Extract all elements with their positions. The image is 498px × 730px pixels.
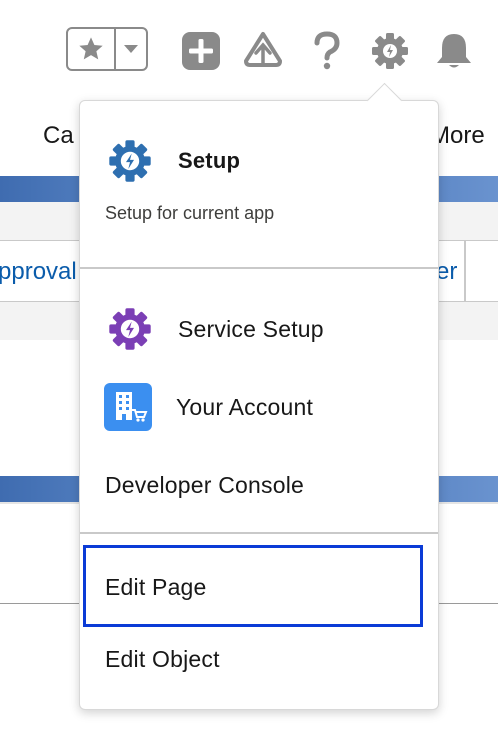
notifications-button[interactable]	[432, 30, 476, 72]
trailhead-button[interactable]	[241, 30, 285, 72]
building-cart-icon	[104, 383, 152, 431]
favorites-button-group	[66, 27, 148, 71]
bell-icon	[437, 34, 471, 68]
menu-item-edit-object[interactable]: Edit Object	[80, 635, 438, 683]
menu-item-developer-console[interactable]: Developer Console	[80, 461, 438, 509]
menu-item-your-account-label: Your Account	[176, 393, 314, 420]
favorites-star-button[interactable]	[68, 29, 116, 69]
menu-divider	[80, 267, 438, 269]
tab-divider	[464, 241, 466, 301]
menu-item-edit-page[interactable]: Edit Page	[80, 563, 438, 611]
plus-square-icon	[182, 32, 220, 70]
menu-item-edit-page-label: Edit Page	[105, 573, 207, 600]
menu-item-setup[interactable]: Setup	[80, 135, 438, 187]
menu-item-edit-object-label: Edit Object	[105, 645, 220, 672]
help-button[interactable]	[310, 30, 344, 72]
star-icon	[79, 37, 103, 60]
favorites-list-button[interactable]	[116, 29, 146, 69]
trailhead-icon	[244, 32, 282, 67]
setup-menu: Setup Setup for current app Service Setu…	[79, 100, 439, 710]
menu-item-setup-label: Setup	[178, 148, 241, 173]
setup-gear-button[interactable]	[368, 30, 412, 72]
gear-lightning-purple-icon	[106, 305, 154, 353]
menu-item-developer-console-label: Developer Console	[105, 471, 305, 498]
menu-item-service-setup-label: Service Setup	[178, 315, 324, 342]
menu-item-service-setup[interactable]: Service Setup	[80, 303, 438, 355]
setup-subtitle: Setup for current app	[105, 203, 275, 223]
page-tab-approval[interactable]: pproval	[0, 258, 77, 286]
chevron-down-icon	[124, 45, 138, 53]
page-tab-partial-right[interactable]: er	[436, 258, 457, 286]
menu-item-your-account[interactable]: Your Account	[80, 381, 438, 433]
gear-lightning-icon	[106, 137, 154, 185]
gear-icon	[372, 33, 408, 69]
question-mark-icon	[314, 31, 340, 70]
global-actions-button[interactable]	[180, 30, 222, 72]
menu-divider-2	[80, 532, 438, 534]
nav-tab-partial-left[interactable]: Ca	[43, 122, 74, 150]
